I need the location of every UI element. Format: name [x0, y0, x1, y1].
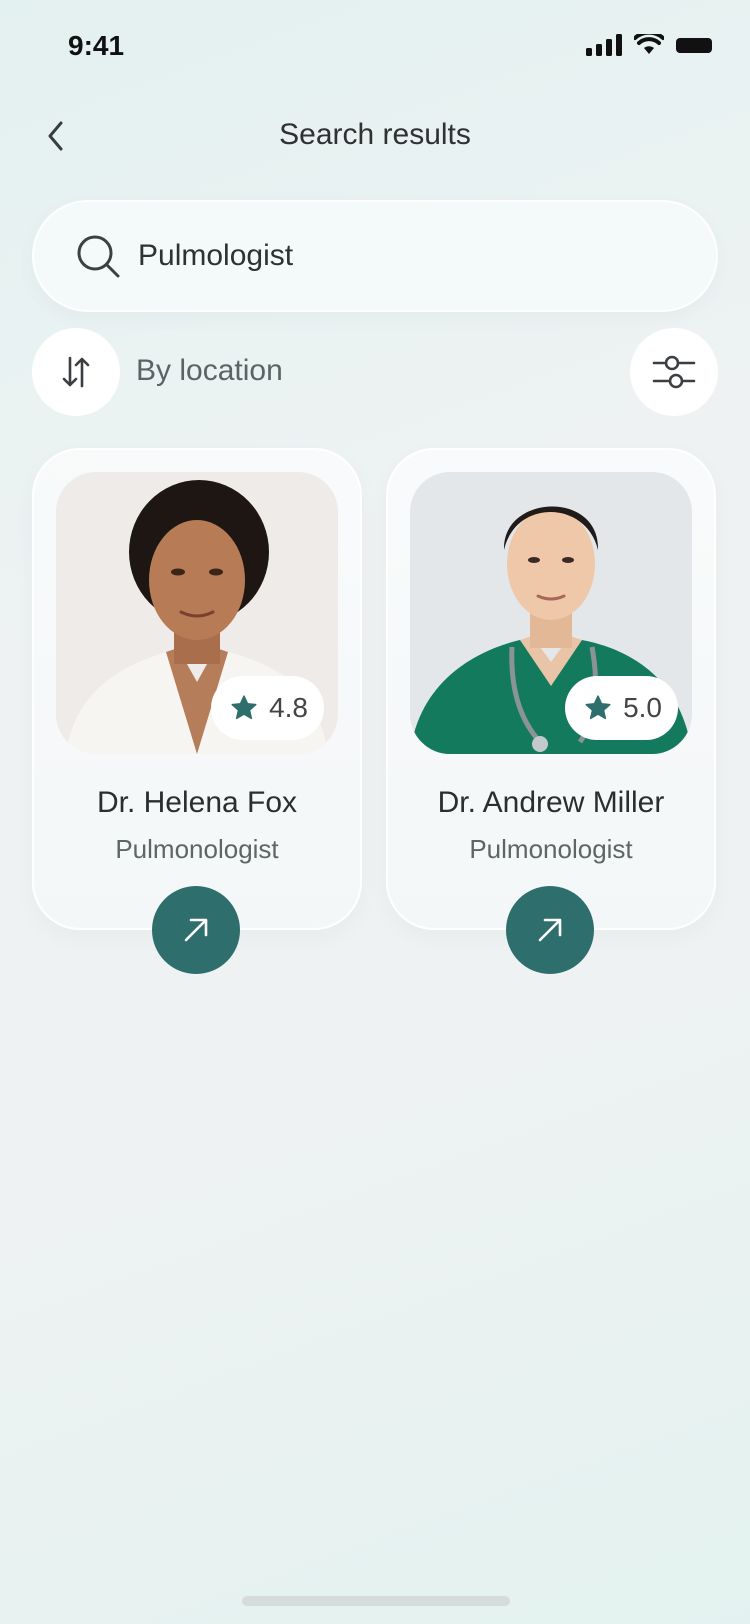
arrow-up-right-icon: [538, 918, 562, 942]
filter-button[interactable]: [630, 328, 718, 416]
status-icons: [586, 34, 712, 56]
search-input[interactable]: [138, 239, 698, 273]
doctor-specialty: Pulmonologist: [469, 834, 633, 864]
header: Search results: [0, 100, 750, 172]
battery-icon: [676, 37, 712, 53]
signal-icon: [586, 34, 622, 56]
search-bar[interactable]: [32, 200, 718, 312]
sliders-icon: [652, 355, 696, 389]
search-icon: [74, 232, 122, 280]
doctor-name: Dr. Helena Fox: [96, 786, 298, 819]
wifi-icon: [634, 34, 664, 54]
status-bar: 9:41: [0, 0, 750, 96]
sort-arrows-icon: [62, 356, 90, 388]
doctor-card[interactable]: 5.0 Dr. Andrew Miller Pulmonologist: [386, 448, 716, 930]
home-indicator[interactable]: [242, 1596, 510, 1606]
doctor-specialty: Pulmonologist: [115, 834, 279, 864]
star-icon: [231, 695, 257, 720]
rating-value: 5.0: [623, 692, 662, 723]
rating-value: 4.8: [269, 692, 308, 723]
rating-badge: 4.8: [211, 676, 324, 740]
doctor-card[interactable]: 4.8 Dr. Helena Fox Pulmonologist: [32, 448, 362, 930]
doctor-photo: 5.0: [410, 472, 692, 754]
doctor-name: Dr. Andrew Miller: [437, 786, 665, 819]
rating-badge: 5.0: [565, 676, 678, 740]
sort-button[interactable]: [32, 328, 120, 416]
open-profile-button[interactable]: [152, 886, 240, 974]
sort-label[interactable]: By location: [136, 354, 283, 388]
open-profile-button[interactable]: [506, 886, 594, 974]
status-time: 9:41: [68, 30, 125, 61]
arrow-up-right-icon: [184, 918, 208, 942]
doctor-photo: 4.8: [56, 472, 338, 754]
page-title: Search results: [279, 118, 471, 151]
star-icon: [585, 695, 611, 720]
